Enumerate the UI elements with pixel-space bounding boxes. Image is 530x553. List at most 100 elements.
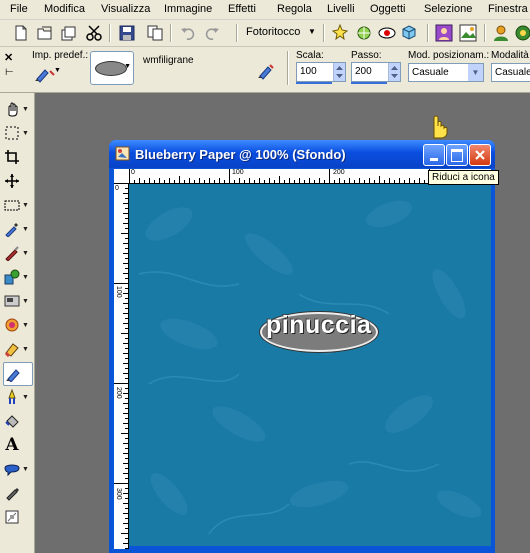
tool-shape[interactable]: ▼ xyxy=(3,458,31,480)
deform-icon xyxy=(3,508,21,526)
brush-icon xyxy=(3,244,21,262)
tool-deform[interactable] xyxy=(3,506,31,528)
brush-options-icon[interactable] xyxy=(256,61,276,81)
move-icon xyxy=(3,172,21,190)
open-file-icon[interactable] xyxy=(35,23,55,43)
minimize-button[interactable] xyxy=(423,144,445,166)
tool-clone[interactable]: ▼ xyxy=(3,266,31,288)
brush-name: wmfiligrane xyxy=(143,55,194,66)
tool-brush[interactable]: ▼ xyxy=(3,242,31,264)
fill-icon xyxy=(3,412,21,430)
tool-picture-tube[interactable] xyxy=(3,362,33,386)
tool-options-bar: ✕ ⊢ Imp. predef.: ▼ ▼ wmfiligrane Scala:… xyxy=(0,47,530,93)
brush-preview[interactable]: ▼ xyxy=(90,51,134,85)
ruler-top-label: 0 xyxy=(131,169,135,176)
image-window-titlebar[interactable]: Blueberry Paper @ 100% (Sfondo) xyxy=(109,140,495,168)
scale-slider[interactable] xyxy=(296,82,332,84)
ruler-left-label: 0 xyxy=(115,185,119,192)
menu-finestra[interactable]: Finestra xyxy=(488,3,528,16)
menu-bar: File Modifica Visualizza Immagine Effett… xyxy=(0,0,530,20)
browse-icon[interactable] xyxy=(59,23,79,43)
close-button[interactable] xyxy=(469,144,491,166)
redo-icon[interactable] xyxy=(202,23,222,43)
cut-icon[interactable] xyxy=(84,23,104,43)
preset-label: Imp. predef.: xyxy=(32,50,89,61)
undo-icon[interactable] xyxy=(178,23,198,43)
menu-immagine[interactable]: Immagine xyxy=(164,3,212,16)
scale-spinner[interactable] xyxy=(333,63,345,81)
person-icon[interactable] xyxy=(491,23,511,43)
selection-mode-select[interactable]: Casuale xyxy=(491,63,530,82)
step-spinner[interactable] xyxy=(388,63,400,81)
pin-icon[interactable]: ⊢ xyxy=(5,67,14,78)
shape-icon xyxy=(3,460,21,478)
selection-icon xyxy=(3,124,21,142)
menu-file[interactable]: File xyxy=(10,3,28,16)
tool-dodge[interactable]: ▼ xyxy=(3,314,31,336)
picture-tube-icon xyxy=(4,365,22,383)
image-window: Blueberry Paper @ 100% (Sfondo) 0 100 20… xyxy=(109,140,495,553)
watermark-text: pinuccia xyxy=(266,311,372,339)
auto-fix-icon[interactable] xyxy=(330,23,350,43)
clone-icon xyxy=(3,268,21,286)
image-window-title: Blueberry Paper @ 100% (Sfondo) xyxy=(135,147,346,162)
step-slider[interactable] xyxy=(351,82,387,84)
tool-eraser[interactable]: ▼ xyxy=(3,338,31,360)
maximize-button[interactable] xyxy=(446,144,468,166)
tool-rect-selection[interactable]: ▼ xyxy=(3,194,31,216)
tool-fill[interactable] xyxy=(3,410,31,432)
brush-preview-ellipse xyxy=(95,61,127,76)
tool-flood-fill[interactable]: ▼ xyxy=(3,386,31,408)
learning-center-icon[interactable] xyxy=(513,23,530,43)
portrait-icon[interactable] xyxy=(434,23,454,43)
hand-cursor-icon xyxy=(427,114,449,140)
selection-mode-label: Modalità s xyxy=(491,50,530,61)
app-icon[interactable] xyxy=(115,146,130,161)
step-input[interactable]: 200 xyxy=(351,62,401,82)
menu-visualizza[interactable]: Visualizza xyxy=(101,3,150,16)
maximize-icon xyxy=(451,148,463,162)
position-mode-select[interactable]: Casuale ▼ xyxy=(408,63,484,82)
tool-dropper[interactable]: ▼ xyxy=(3,218,31,240)
tool-move[interactable] xyxy=(3,170,31,192)
copy-icon[interactable] xyxy=(145,23,165,43)
ruler-left-label: 200 xyxy=(115,387,122,399)
chevron-down-icon[interactable]: ▼ xyxy=(468,64,483,81)
workspace-dropdown-icon[interactable]: ▼ xyxy=(308,27,316,36)
dodge-icon xyxy=(3,316,21,334)
save-icon[interactable] xyxy=(117,23,137,43)
menu-selezione[interactable]: Selezione xyxy=(424,3,472,16)
scale-input[interactable]: 100 xyxy=(296,62,346,82)
image-canvas[interactable]: pinuccia xyxy=(129,184,491,546)
tool-text[interactable]: A xyxy=(3,434,31,456)
flood-fill-icon xyxy=(3,388,21,406)
tooltip: Riduci a icona xyxy=(428,170,499,185)
red-eye-icon[interactable] xyxy=(377,23,397,43)
crop-icon xyxy=(3,148,21,166)
menu-oggetti[interactable]: Oggetti xyxy=(370,3,405,16)
tool-pan[interactable]: ▼ xyxy=(3,98,31,120)
workspace-combo[interactable]: Fotoritocco xyxy=(246,26,300,38)
tool-pen[interactable] xyxy=(3,482,31,504)
3d-object-icon[interactable] xyxy=(399,23,419,43)
color-adjust-icon[interactable] xyxy=(354,23,374,43)
new-file-icon[interactable] xyxy=(11,23,31,43)
ruler-left-label: 300 xyxy=(115,488,122,500)
dropper-icon xyxy=(3,220,21,238)
menu-effetti[interactable]: Effetti xyxy=(228,3,256,16)
close-icon xyxy=(475,150,485,160)
menu-regola[interactable]: Regola xyxy=(277,3,312,16)
ruler-top-label: 100 xyxy=(232,169,244,176)
landscape-icon[interactable] xyxy=(458,23,478,43)
menu-livelli[interactable]: Livelli xyxy=(327,3,355,16)
tool-scratch[interactable]: ▼ xyxy=(3,290,31,312)
standard-toolbar: Fotoritocco ▼ xyxy=(0,20,530,47)
ruler-corner xyxy=(114,169,129,183)
tool-selection[interactable]: ▼ xyxy=(3,122,31,144)
close-palette-icon[interactable]: ✕ xyxy=(4,51,13,64)
scratch-icon xyxy=(3,292,21,310)
menu-modifica[interactable]: Modifica xyxy=(44,3,85,16)
scale-label: Scala: xyxy=(296,50,324,61)
preset-brush-icon[interactable]: ▼ xyxy=(32,63,61,83)
tool-crop[interactable] xyxy=(3,146,31,168)
